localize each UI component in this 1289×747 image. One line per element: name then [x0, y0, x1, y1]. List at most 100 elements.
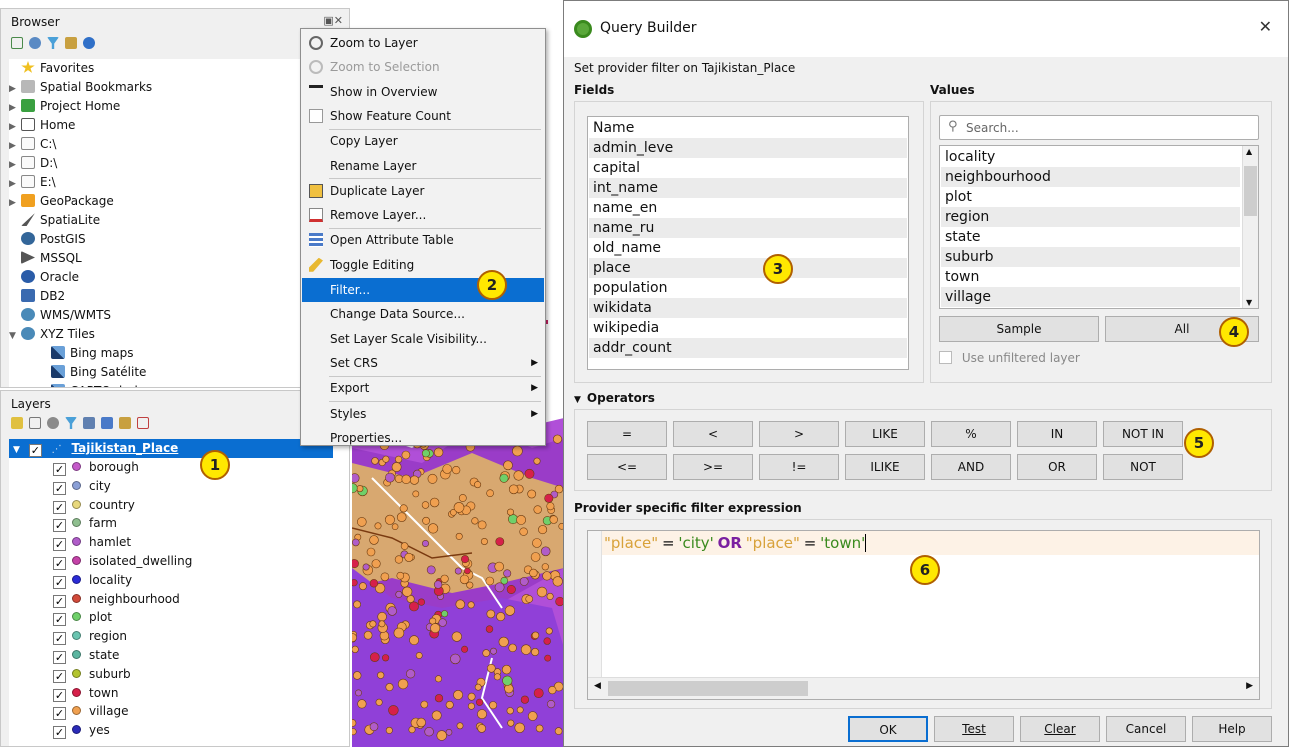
clear-button[interactable]: Clear: [1020, 716, 1100, 742]
scroll-right-icon[interactable]: ▶: [1246, 681, 1253, 691]
browser-item[interactable]: Bing maps: [39, 344, 134, 363]
layer-class-row[interactable]: ✓ hamlet: [53, 533, 131, 552]
operator-button[interactable]: LIKE: [845, 421, 925, 447]
value-item[interactable]: town: [941, 267, 1240, 287]
values-list[interactable]: ▲ ▼ locality neighbourhood plot region state…: [939, 145, 1259, 309]
value-item[interactable]: suburb: [941, 247, 1240, 267]
operators-header[interactable]: ▼ Operators: [574, 391, 655, 405]
add-group-icon[interactable]: [29, 417, 41, 429]
field-item[interactable]: addr_count: [589, 338, 907, 358]
field-item[interactable]: population: [589, 278, 907, 298]
menu-item[interactable]: Open Attribute Table: [302, 228, 544, 252]
operator-button[interactable]: OR: [1017, 454, 1097, 480]
browser-item[interactable]: Bing Satélite: [39, 363, 146, 382]
menu-item[interactable]: Properties...: [302, 426, 544, 450]
layer-checkbox[interactable]: ✓: [28, 444, 42, 457]
layer-class-row[interactable]: ✓ city: [53, 477, 111, 496]
editor-hscrollbar[interactable]: ◀ ▶: [588, 677, 1259, 699]
layer-class-row[interactable]: ✓ village: [53, 702, 128, 721]
menu-item[interactable]: Zoom to Selection: [302, 55, 544, 79]
class-checkbox[interactable]: ✓: [53, 463, 66, 476]
remove-layer-icon[interactable]: [137, 417, 149, 429]
value-item[interactable]: village: [941, 287, 1240, 307]
layer-class-row[interactable]: ✓ state: [53, 646, 119, 665]
operator-button[interactable]: >: [759, 421, 839, 447]
expression-text[interactable]: "place" = 'city' OR "place" = 'town': [604, 534, 867, 552]
menu-item[interactable]: Toggle Editing: [302, 253, 544, 277]
operator-button[interactable]: >=: [673, 454, 753, 480]
info-icon[interactable]: [83, 37, 95, 49]
add-layer-icon[interactable]: [11, 37, 23, 49]
expand-all-icon[interactable]: [101, 417, 113, 429]
field-item[interactable]: old_name: [589, 238, 907, 258]
browser-item[interactable]: ▶ E:\: [9, 173, 56, 192]
menu-item[interactable]: Copy Layer: [302, 129, 544, 153]
menu-item[interactable]: Show Feature Count: [302, 104, 544, 128]
scroll-left-icon[interactable]: ◀: [594, 681, 601, 691]
collapse-icon[interactable]: [65, 37, 77, 49]
menu-item[interactable]: Set Layer Scale Visibility...: [302, 327, 544, 351]
operator-button[interactable]: ILIKE: [845, 454, 925, 480]
layer-class-row[interactable]: ✓ isolated_dwelling: [53, 552, 192, 571]
operator-button[interactable]: =: [587, 421, 667, 447]
browser-item[interactable]: CARTO dark: [39, 382, 142, 387]
menu-item[interactable]: Styles ▶: [302, 402, 544, 426]
browser-item[interactable]: ▶ C:\: [9, 135, 56, 154]
scroll-down-icon[interactable]: ▼: [1246, 298, 1252, 307]
layer-class-row[interactable]: ✓ suburb: [53, 665, 131, 684]
menu-item[interactable]: Show in Overview: [302, 80, 544, 104]
menu-item[interactable]: Duplicate Layer: [302, 179, 544, 203]
operator-button[interactable]: NOT IN: [1103, 421, 1183, 447]
hscroll-thumb[interactable]: [608, 681, 808, 696]
value-item[interactable]: plot: [941, 187, 1240, 207]
class-checkbox[interactable]: ✓: [53, 669, 66, 683]
layer-class-row[interactable]: ✓ borough: [53, 458, 139, 477]
field-item[interactable]: admin_leve: [589, 138, 907, 158]
help-button[interactable]: Help: [1192, 716, 1272, 742]
layer-class-row[interactable]: ✓ yes: [53, 721, 110, 740]
eye-icon[interactable]: [47, 417, 59, 429]
field-item[interactable]: wikidata: [589, 298, 907, 318]
menu-item[interactable]: Export ▶: [302, 376, 544, 400]
browser-item[interactable]: ▶ Project Home: [9, 97, 120, 116]
menu-item[interactable]: Remove Layer...: [302, 203, 544, 227]
sample-button[interactable]: Sample: [939, 316, 1099, 342]
browser-item[interactable]: ▶ Spatial Bookmarks: [9, 78, 152, 97]
layer-class-row[interactable]: ✓ country: [53, 496, 135, 515]
use-unfiltered-checkbox[interactable]: Use unfiltered layer: [939, 351, 1080, 365]
value-item[interactable]: neighbourhood: [941, 167, 1240, 187]
value-item[interactable]: locality: [941, 147, 1240, 167]
layer-class-row[interactable]: ✓ region: [53, 627, 127, 646]
class-checkbox[interactable]: ✓: [53, 594, 66, 608]
browser-item[interactable]: ▶ D:\: [9, 154, 57, 173]
browser-item[interactable]: ▶ Home: [9, 116, 75, 135]
operator-button[interactable]: %: [931, 421, 1011, 447]
field-item[interactable]: wikipedia: [589, 318, 907, 338]
browser-item[interactable]: ▼ XYZ Tiles: [9, 325, 95, 344]
layer-class-row[interactable]: ✓ plot: [53, 608, 112, 627]
fields-list[interactable]: Name admin_leve capital int_name name_en name…: [587, 116, 909, 370]
value-item[interactable]: region: [941, 207, 1240, 227]
expand-arrow-icon[interactable]: ▼: [9, 327, 21, 346]
browser-item[interactable]: Oracle: [9, 268, 79, 287]
class-checkbox[interactable]: ✓: [53, 557, 66, 570]
field-item[interactable]: name_en: [589, 198, 907, 218]
operator-button[interactable]: AND: [931, 454, 1011, 480]
operator-button[interactable]: NOT: [1103, 454, 1183, 480]
filter-icon[interactable]: [47, 37, 59, 49]
panel-close-icon[interactable]: ▣✕: [323, 14, 343, 27]
browser-item[interactable]: Favorites: [9, 59, 94, 78]
browser-item[interactable]: PostGIS: [9, 230, 86, 249]
browser-item[interactable]: WMS/WMTS: [9, 306, 111, 325]
value-item[interactable]: state: [941, 227, 1240, 247]
operator-button[interactable]: IN: [1017, 421, 1097, 447]
class-checkbox[interactable]: ✓: [53, 688, 66, 702]
class-checkbox[interactable]: ✓: [53, 613, 66, 627]
ok-button[interactable]: OK: [848, 716, 928, 742]
unfiltered-check-box[interactable]: [939, 351, 952, 364]
browser-item[interactable]: ▶ GeoPackage: [9, 192, 114, 211]
expand-arrow-icon[interactable]: ▼: [13, 441, 25, 460]
class-checkbox[interactable]: ✓: [53, 632, 66, 646]
scroll-up-icon[interactable]: ▲: [1246, 147, 1252, 156]
menu-item[interactable]: Set CRS ▶: [302, 351, 544, 375]
